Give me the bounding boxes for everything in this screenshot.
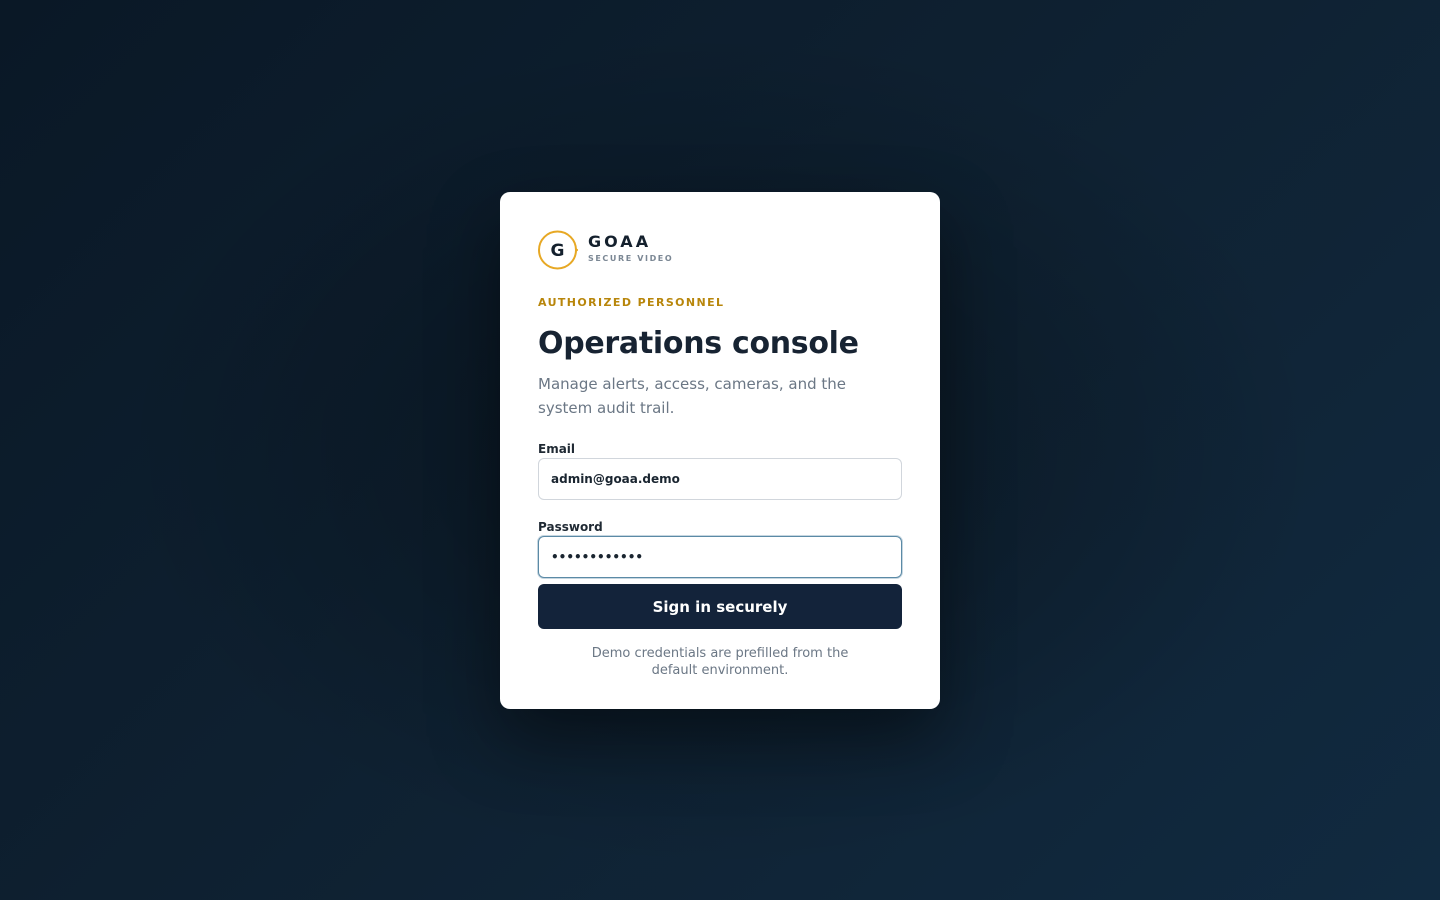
brand-text: GOAA SECURE VIDEO [588, 232, 674, 264]
login-card: G GOAA SECURE VIDEO AUTHORIZED PERSONNEL… [500, 192, 940, 709]
page-title: Operations console [538, 326, 859, 361]
sign-in-button[interactable]: Sign in securely [538, 584, 902, 629]
brand-header: G GOAA SECURE VIDEO [538, 230, 902, 270]
logo-letter: G [551, 241, 565, 261]
email-label: Email [538, 442, 576, 456]
email-field[interactable] [538, 458, 902, 500]
brand-tagline: SECURE VIDEO [588, 254, 674, 263]
goaa-logo-icon: G [538, 230, 578, 270]
password-field[interactable] [538, 536, 902, 578]
page-subtitle: Manage alerts, access, cameras, and the … [538, 375, 847, 417]
demo-credentials-note: Demo credentials are prefilled from the … [591, 646, 849, 678]
eyebrow-label: AUTHORIZED PERSONNEL [538, 296, 725, 309]
password-label: Password [538, 520, 603, 534]
brand-name: GOAA [588, 232, 652, 251]
